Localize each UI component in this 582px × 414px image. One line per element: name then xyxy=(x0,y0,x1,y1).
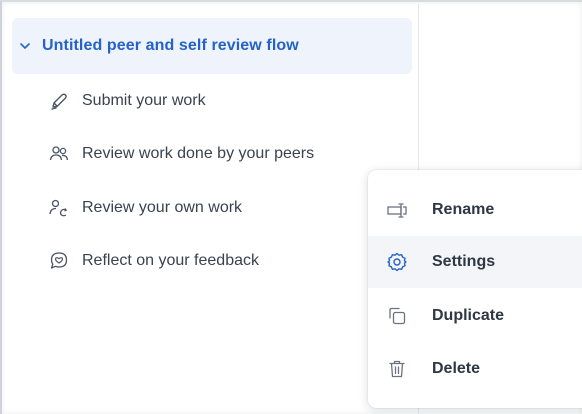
menu-item-label: Duplicate xyxy=(432,307,505,324)
menu-item-label: Settings xyxy=(432,253,496,270)
peers-icon xyxy=(49,146,69,161)
step-reflect-feedback[interactable]: Reflect on your feedback xyxy=(48,246,259,276)
step-review-own-work[interactable]: Review your own work xyxy=(48,193,242,223)
pen-icon xyxy=(51,93,67,110)
step-review-peers[interactable]: Review work done by your peers xyxy=(48,139,314,169)
rename-icon xyxy=(387,203,407,218)
window-frame: Untitled peer and self review flow Submi… xyxy=(0,0,582,414)
menu-item-label: Rename xyxy=(432,201,495,218)
step-label: Review your own work xyxy=(82,199,243,216)
menu-item-settings[interactable]: Settings xyxy=(368,236,582,288)
step-label: Review work done by your peers xyxy=(82,145,315,162)
self-review-icon xyxy=(49,199,68,217)
menu-item-duplicate[interactable]: Duplicate xyxy=(368,290,582,342)
step-label: Reflect on your feedback xyxy=(82,252,259,269)
flow-sidebar: Untitled peer and self review flow Submi… xyxy=(4,4,419,414)
step-label: Submit your work xyxy=(82,92,206,109)
trash-icon xyxy=(389,360,405,378)
menu-item-rename[interactable]: Rename xyxy=(368,184,582,236)
flow-title: Untitled peer and self review flow xyxy=(42,37,299,54)
feedback-icon xyxy=(50,252,68,269)
duplicate-icon xyxy=(389,307,406,325)
context-menu: Rename Settings Duplicate Delete xyxy=(368,170,582,408)
chevron-down-icon[interactable] xyxy=(18,39,32,53)
menu-item-label: Delete xyxy=(432,360,481,377)
menu-item-delete[interactable]: Delete xyxy=(368,343,582,395)
gear-icon xyxy=(387,252,407,272)
flow-header[interactable]: Untitled peer and self review flow xyxy=(12,18,412,74)
step-submit-work[interactable]: Submit your work xyxy=(48,86,206,116)
